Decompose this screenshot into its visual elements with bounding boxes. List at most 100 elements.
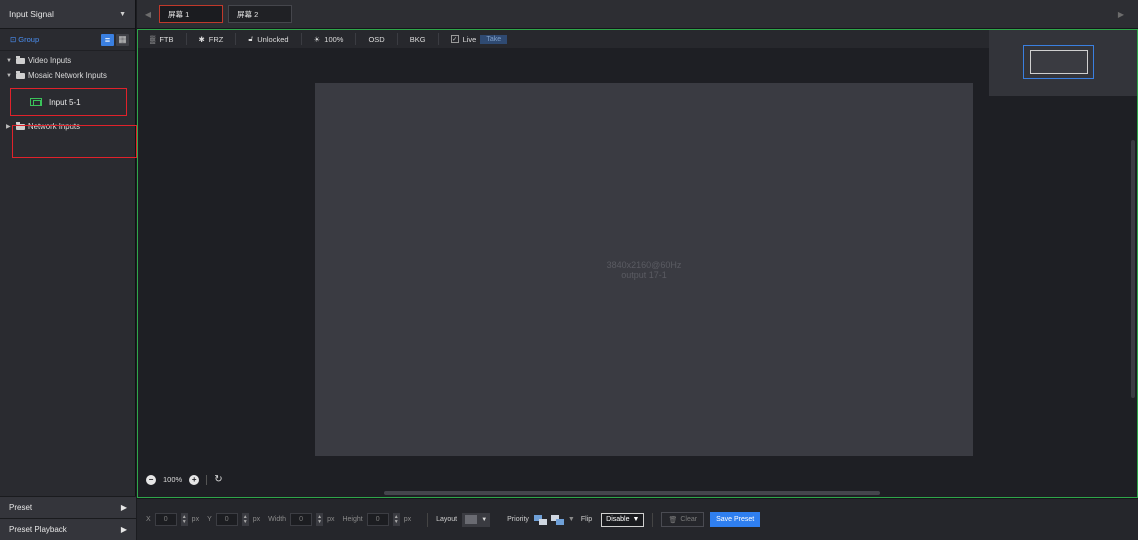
- layout-label: Layout: [436, 516, 458, 523]
- bring-to-front-icon[interactable]: [533, 514, 547, 525]
- screen-tabbar: ◀ 屏幕 1 屏幕 2 ▶: [137, 0, 1138, 29]
- input-signal-header[interactable]: Input Signal ▼: [0, 0, 135, 29]
- height-field: Height 0 ▲ ▼ px: [342, 513, 411, 526]
- chevron-down-icon: ▼: [632, 516, 640, 523]
- divider: [206, 474, 208, 485]
- zoom-controls: − 100% + ↻: [146, 474, 223, 485]
- lock-button[interactable]: 🔓︎ Unlocked: [236, 33, 302, 45]
- zoom-in-icon[interactable]: +: [189, 474, 200, 485]
- x-label: X: [146, 516, 151, 523]
- group-toolbar: ⊡ Group ≡ ▦: [0, 29, 135, 51]
- app-window: Input Signal ▼ ⊡ Group ≡ ▦ ▼ Video Input…: [0, 0, 1138, 540]
- group-button[interactable]: ⊡ Group: [10, 35, 39, 44]
- tab-screen-1[interactable]: 屏幕 1: [159, 5, 223, 23]
- input-source-item[interactable]: Input 5-1: [10, 88, 127, 116]
- y-stepper[interactable]: ▲ ▼: [241, 513, 249, 526]
- flip-select[interactable]: Disable ▼: [601, 512, 645, 527]
- tab-screen-2[interactable]: 屏幕 2: [228, 5, 292, 23]
- tab-label: 屏幕 1: [168, 9, 190, 19]
- input-source-icon: [30, 98, 42, 106]
- tree-item-label: Video Inputs: [28, 56, 72, 65]
- unlock-icon: 🔓︎: [248, 34, 254, 43]
- trash-icon: 🗑︎: [668, 516, 678, 524]
- take-button[interactable]: Take: [480, 34, 508, 44]
- zoom-out-icon[interactable]: −: [146, 474, 156, 485]
- group-button-label: Group: [18, 35, 40, 44]
- divider: [427, 512, 429, 527]
- chevron-down-icon[interactable]: ▼: [119, 11, 126, 18]
- reset-zoom-icon[interactable]: ↻: [214, 474, 222, 485]
- flip-value: Disable: [606, 516, 630, 523]
- osd-button[interactable]: OSD: [356, 33, 398, 45]
- preset-playback-label: Preset Playback: [9, 525, 67, 534]
- save-preset-button[interactable]: Save Preset: [710, 512, 761, 527]
- clear-label: Clear: [680, 516, 698, 523]
- width-stepper[interactable]: ▲ ▼: [316, 513, 324, 526]
- tree-item-video-inputs[interactable]: ▼ Video Inputs: [0, 53, 135, 68]
- grid-view-icon[interactable]: ▦: [116, 33, 129, 46]
- y-label: Y: [207, 516, 212, 523]
- live-toggle[interactable]: ✓ Live Take: [439, 33, 520, 45]
- ftb-icon: ▒: [150, 34, 156, 44]
- output-screen[interactable]: 3840x2160@60Hz output 17-1: [315, 83, 973, 456]
- view-toggle: ≡ ▦: [101, 33, 129, 46]
- live-checkbox[interactable]: ✓: [450, 35, 459, 43]
- frz-button[interactable]: ✱ FRZ: [187, 33, 237, 45]
- input-source-label: Input 5-1: [49, 97, 81, 107]
- sun-icon: ☀: [313, 34, 321, 44]
- folder-icon: [16, 55, 25, 64]
- ftb-label: FTB: [159, 34, 174, 44]
- divider: [652, 512, 654, 527]
- tree-item-mosaic-network-inputs[interactable]: ▼ Mosaic Network Inputs: [0, 68, 135, 83]
- layout-dropdown[interactable]: ▼: [462, 512, 491, 527]
- clear-button[interactable]: 🗑︎ Clear: [661, 512, 705, 527]
- layout-grid-icon: [465, 515, 478, 524]
- chevron-right-icon: ▶: [120, 525, 127, 534]
- minimap[interactable]: [989, 30, 1137, 96]
- width-input[interactable]: 0: [290, 513, 313, 526]
- zoom-level: 100%: [163, 475, 183, 484]
- input-tree: ▼ Video Inputs ▼ Mosaic Network Inputs I…: [0, 51, 135, 134]
- bkg-label: BKG: [409, 34, 426, 44]
- horizontal-scrollbar[interactable]: [384, 491, 880, 495]
- preset-section[interactable]: Preset ▶: [0, 496, 136, 518]
- flip-label: Flip: [580, 516, 593, 523]
- bkg-button[interactable]: BKG: [398, 33, 439, 45]
- lock-label: Unlocked: [257, 34, 289, 44]
- sidebar: Input Signal ▼ ⊡ Group ≡ ▦ ▼ Video Input…: [0, 0, 137, 540]
- expand-icon[interactable]: ▼: [6, 73, 13, 79]
- x-input[interactable]: 0: [154, 513, 177, 526]
- screen-toolbar: ▒ FTB ✱ FRZ 🔓︎ Unlocked ☀ 100% OSD BKG ✓…: [138, 30, 1137, 48]
- preset-label: Preset: [9, 503, 33, 512]
- y-input[interactable]: 0: [215, 513, 238, 526]
- height-input[interactable]: 0: [366, 513, 389, 526]
- chevron-right-icon[interactable]: ▶: [1110, 10, 1132, 19]
- minimap-screen: [1030, 50, 1088, 74]
- save-preset-label: Save Preset: [716, 516, 755, 523]
- unit-label: px: [252, 516, 261, 523]
- input-signal-title: Input Signal: [9, 9, 54, 19]
- tab-label: 屏幕 2: [237, 9, 259, 19]
- add-group-icon: ⊡: [10, 35, 17, 44]
- chevron-right-icon: ▶: [120, 503, 127, 512]
- chevron-left-icon[interactable]: ◀: [137, 10, 159, 19]
- brightness-button[interactable]: ☀ 100%: [302, 33, 357, 45]
- unit-label: px: [403, 516, 412, 523]
- width-label: Width: [268, 516, 287, 523]
- live-label: Live: [462, 34, 477, 44]
- priority-dropdown-icon[interactable]: ▼: [568, 516, 575, 523]
- folder-icon: [16, 70, 25, 79]
- vertical-scrollbar[interactable]: [1131, 140, 1135, 398]
- list-view-icon[interactable]: ≡: [101, 33, 114, 46]
- chevron-down-icon: ▼: [481, 516, 488, 523]
- expand-icon[interactable]: ▼: [6, 58, 13, 64]
- ftb-button[interactable]: ▒ FTB: [138, 33, 187, 45]
- priority-label: Priority: [507, 516, 529, 523]
- send-to-back-icon[interactable]: [550, 514, 564, 525]
- brightness-value: 100%: [324, 34, 344, 44]
- screen-canvas: ▒ FTB ✱ FRZ 🔓︎ Unlocked ☀ 100% OSD BKG ✓…: [137, 29, 1138, 498]
- unit-label: px: [327, 516, 335, 523]
- height-stepper[interactable]: ▲ ▼: [392, 513, 400, 526]
- preset-playback-section[interactable]: Preset Playback ▶: [0, 518, 136, 540]
- x-stepper[interactable]: ▲ ▼: [180, 513, 188, 526]
